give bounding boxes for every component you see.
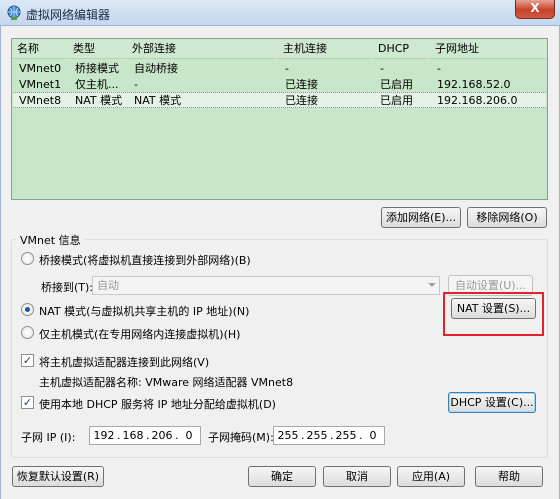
network-row-vmnet8[interactable]: VMnet8 NAT 模式 NAT 模式 已连接 已启用 192.168.206…: [13, 92, 546, 108]
cancel-button[interactable]: 取消: [323, 466, 391, 487]
subnet-mask-input[interactable]: 255 . 255 . 255 . 0: [273, 426, 385, 445]
cell-subnet: 192.168.52.0: [437, 78, 511, 91]
add-network-button[interactable]: 添加网络(E)...: [381, 207, 461, 228]
cell-external: -: [134, 78, 138, 91]
bridge-mode-radio[interactable]: [21, 252, 34, 265]
subnet-mask-label: 子网掩码(M):: [208, 431, 274, 444]
cell-name: VMnet8: [19, 94, 62, 107]
chevron-down-icon: [428, 283, 436, 287]
use-dhcp-label[interactable]: 使用本地 DHCP 服务将 IP 地址分配给虚拟机(D): [39, 396, 276, 412]
column-header-host[interactable]: 主机连接: [278, 41, 372, 59]
ip-octet[interactable]: 206: [150, 427, 174, 444]
column-header-external[interactable]: 外部连接: [127, 41, 277, 59]
restore-defaults-button[interactable]: 恢复默认设置(R): [12, 466, 104, 487]
cell-host: 已连接: [285, 94, 318, 107]
nat-settings-button[interactable]: NAT 设置(S)...: [451, 298, 536, 319]
host-only-radio[interactable]: [21, 326, 34, 339]
apply-button[interactable]: 应用(A): [397, 466, 465, 487]
ip-octet[interactable]: 168: [121, 427, 145, 444]
subnet-ip-input[interactable]: 192 . 168 . 206 . 0: [89, 426, 201, 445]
nat-mode-label[interactable]: NAT 模式(与虚拟机共享主机的 IP 地址)(N): [39, 303, 249, 319]
cell-dhcp: 已启用: [380, 94, 413, 107]
title-bar: 虚拟网络编辑器 X: [0, 0, 560, 26]
column-header-name[interactable]: 名称: [12, 41, 66, 59]
host-only-label[interactable]: 仅主机模式(在专用网络内连接虚拟机)(H): [39, 326, 240, 342]
cell-subnet: 192.168.206.0: [437, 94, 518, 107]
cell-dhcp: 已启用: [380, 78, 413, 91]
use-dhcp-checkbox[interactable]: ✓: [21, 396, 34, 409]
cell-subnet: -: [437, 62, 441, 75]
subnet-ip-label: 子网 IP (I):: [21, 431, 76, 444]
list-header: 名称 类型 外部连接 主机连接 DHCP 子网地址: [12, 39, 547, 59]
mask-octet[interactable]: 0: [363, 427, 383, 444]
vmnet-info-legend: VMnet 信息: [16, 232, 85, 248]
cell-external: NAT 模式: [134, 94, 182, 107]
help-button[interactable]: 帮助: [475, 466, 543, 487]
cell-host: 已连接: [285, 78, 318, 91]
connect-adapter-checkbox[interactable]: ✓: [21, 354, 34, 367]
cell-type: NAT 模式: [75, 94, 123, 107]
adapter-name-text: 主机虚拟适配器名称: VMware 网络适配器 VMnet8: [39, 376, 294, 389]
connect-adapter-label[interactable]: 将主机虚拟适配器连接到此网络(V): [39, 354, 209, 370]
mask-octet[interactable]: 255: [334, 427, 358, 444]
column-header-dhcp[interactable]: DHCP: [373, 41, 429, 59]
cell-type: 桥接模式: [75, 62, 119, 75]
mask-octet[interactable]: 255: [276, 427, 300, 444]
cell-name: VMnet0: [19, 62, 62, 75]
network-list[interactable]: 名称 类型 外部连接 主机连接 DHCP 子网地址 VMnet0 桥接模式 自动…: [11, 38, 548, 200]
cell-host: -: [285, 62, 289, 75]
window-title: 虚拟网络编辑器: [26, 8, 111, 22]
cell-dhcp: -: [380, 62, 384, 75]
bridge-to-value: 自动: [97, 279, 119, 292]
close-button[interactable]: X: [515, 0, 555, 19]
ip-octet[interactable]: 192: [92, 427, 116, 444]
bridge-mode-label[interactable]: 桥接模式(将虚拟机直接连接到外部网络)(B): [39, 252, 251, 268]
cell-external: 自动桥接: [134, 62, 178, 75]
column-header-type[interactable]: 类型: [68, 41, 126, 59]
ip-octet[interactable]: 0: [179, 427, 199, 444]
nat-mode-radio[interactable]: [21, 303, 34, 316]
dhcp-settings-button[interactable]: DHCP 设置(C)...: [448, 392, 536, 413]
remove-network-button[interactable]: 移除网络(O): [467, 207, 547, 228]
ok-button[interactable]: 确定: [248, 466, 316, 487]
network-row-vmnet0[interactable]: VMnet0 桥接模式 自动桥接 - - -: [13, 61, 546, 77]
network-row-vmnet1[interactable]: VMnet1 仅主机... - 已连接 已启用 192.168.52.0: [13, 77, 546, 93]
bridge-to-select[interactable]: 自动: [92, 276, 440, 295]
network-app-icon: [7, 5, 21, 20]
bridge-to-label: 桥接到(T):: [41, 281, 94, 294]
cell-type: 仅主机...: [75, 78, 119, 91]
mask-octet[interactable]: 255: [305, 427, 329, 444]
cell-name: VMnet1: [19, 78, 62, 91]
column-header-subnet[interactable]: 子网地址: [430, 41, 546, 59]
